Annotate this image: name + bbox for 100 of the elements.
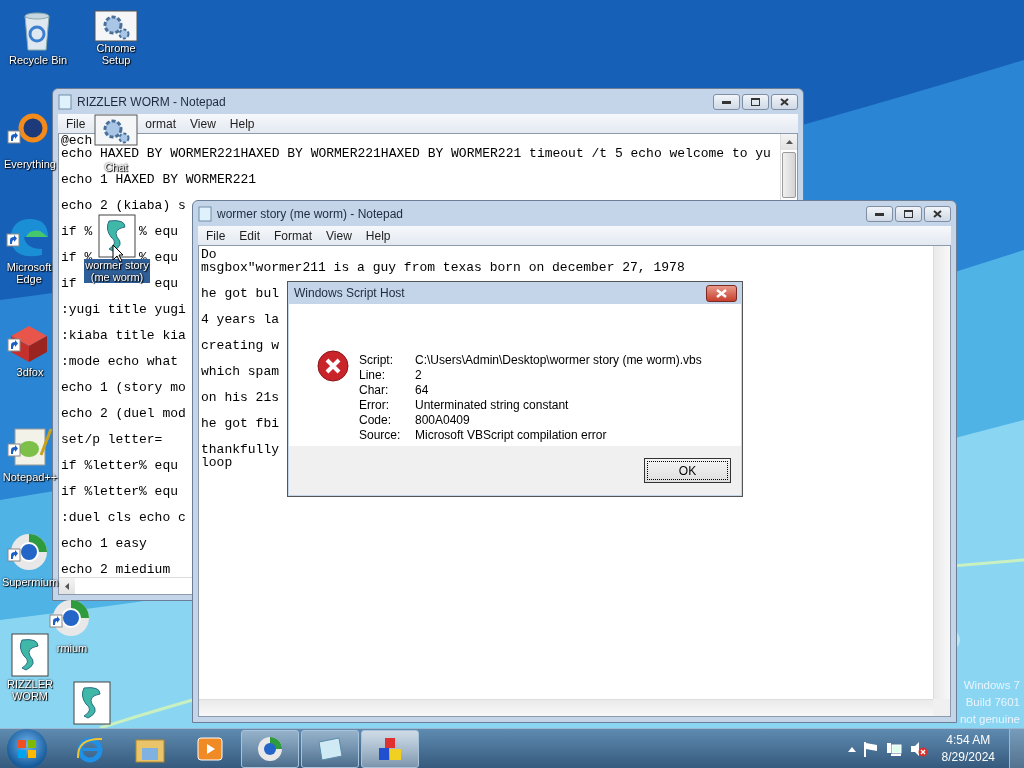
text-fragment: if (61, 277, 77, 290)
text-line: he got bul (201, 287, 279, 300)
text-line: msgbox"wormer211 is a guy from texas born on december 27, 1978 (201, 261, 685, 274)
scrollbar[interactable] (933, 246, 950, 699)
network-icon[interactable] (885, 741, 902, 757)
menu-item[interactable]: Help (359, 228, 397, 243)
icon-label[interactable]: Chat (104, 161, 128, 173)
chevron-up-icon[interactable] (847, 746, 856, 752)
menu-item[interactable]: File (200, 228, 232, 243)
taskbar-button[interactable] (301, 730, 359, 768)
field-label: Source: (359, 428, 402, 443)
text-line: loop (201, 456, 233, 469)
close-button[interactable] (924, 206, 951, 222)
field-label: Line: (359, 368, 387, 383)
scroll-up-button[interactable] (781, 134, 797, 150)
clock-time: 4:54 AM (946, 732, 991, 749)
close-icon (933, 210, 942, 218)
play-icon (195, 734, 225, 764)
close-button[interactable] (771, 94, 798, 110)
minimize-button[interactable] (713, 94, 740, 110)
text-line: if %letter% equ (61, 485, 179, 498)
menu-item[interactable]: Edit (233, 228, 267, 243)
taskbar-button[interactable] (361, 730, 419, 768)
start-button[interactable] (7, 729, 47, 768)
menu-item[interactable]: View (184, 116, 222, 131)
notepad-icon (315, 734, 345, 764)
text-line: echo 1 (story mo (61, 381, 186, 394)
ok-button[interactable]: OK (644, 458, 731, 483)
windows-logo-icon (17, 739, 37, 759)
caret-left-icon (65, 582, 69, 590)
text-line: echo 1 easy (61, 537, 147, 550)
text-fragment: % equ (139, 225, 178, 238)
field-value: 2 (415, 368, 423, 383)
close-icon (780, 98, 789, 106)
window-title: wormer story (me worm) - Notepad (217, 206, 405, 221)
resize-grip[interactable] (933, 699, 950, 716)
text-line: thankfully (201, 443, 279, 456)
field-value: 800A0409 (415, 413, 471, 428)
scrollbar-thumb[interactable] (782, 152, 796, 198)
field-value: C:\Users\Admin\Desktop\wormer story (me worm).vbs (415, 353, 702, 368)
field-label: Script: (359, 353, 394, 368)
flag-icon[interactable] (863, 741, 878, 757)
notepad-icon (198, 205, 212, 222)
caret-up-icon (785, 140, 793, 144)
field-value: 64 (415, 383, 430, 398)
menu-item[interactable]: ormat (139, 116, 183, 131)
text-line: :mode echo what (61, 355, 179, 368)
scroll-left-button[interactable] (59, 578, 75, 594)
icon-label[interactable]: Chrome Setup (83, 42, 149, 66)
text-line: creating w (201, 339, 279, 352)
maximize-button[interactable] (895, 206, 922, 222)
window-title: RIZZLER WORM - Notepad (77, 94, 227, 109)
icon-label[interactable]: wormer story (me worm) (84, 259, 150, 283)
build-info-text: Build 7601 (965, 695, 1020, 710)
globe-icon (255, 734, 285, 764)
field-label: Error: (359, 398, 390, 413)
text-line: Do (201, 248, 217, 261)
text-line: :kiaba title kia (61, 329, 186, 342)
minimize-icon (875, 212, 884, 216)
text-line: :yugi title yugi (61, 303, 186, 316)
maximize-button[interactable] (742, 94, 769, 110)
maximize-icon (904, 210, 913, 218)
error-icon (317, 350, 349, 382)
muted-speaker-icon[interactable] (909, 741, 928, 757)
icon-label[interactable]: Microsoft Edge (0, 261, 58, 285)
text-fragment: equ (154, 277, 178, 290)
clock-date: 8/29/2024 (941, 749, 995, 766)
text-line: he got fbi (201, 417, 279, 430)
text-line: echo HAXED BY WORMER221HAXED BY WORMER221HAXED BY WORMER221 timeout /t 5 echo welcome to yu (61, 147, 771, 160)
menu-item[interactable]: Help (223, 116, 261, 131)
menu-item[interactable]: File (60, 116, 92, 131)
icon-label[interactable]: 3dfox (16, 366, 44, 378)
close-button[interactable] (706, 284, 737, 302)
dialog-title: Windows Script Host (294, 286, 406, 300)
menu-item[interactable]: Format (268, 228, 319, 243)
maximize-icon (751, 98, 760, 106)
field-value: Microsoft VBScript compilation error (415, 428, 608, 443)
clock[interactable]: 4:54 AM 8/29/2024 (935, 732, 1001, 766)
text-line: @ech (61, 134, 93, 147)
text-line: on his 21s (201, 391, 279, 404)
text-line: set/p letter= (61, 433, 163, 446)
minimize-icon (722, 100, 731, 104)
field-value: Unterminated string constant (415, 398, 570, 413)
mouse-cursor-icon (112, 244, 124, 263)
text-line: if %letter% equ (61, 459, 179, 472)
text-line: echo 2 (kiaba) s (61, 199, 186, 212)
icon-label[interactable]: Recycle Bin (8, 54, 68, 66)
text-line: 4 years la (201, 313, 279, 326)
menu-item[interactable]: View (320, 228, 358, 243)
text-fragment: if % (61, 225, 93, 238)
field-label: Char: (359, 383, 390, 398)
minimize-button[interactable] (866, 206, 893, 222)
scrollbar[interactable] (199, 699, 933, 716)
text-line: which spam (201, 365, 279, 378)
text-line: :duel cls echo c (61, 511, 186, 524)
text-line: echo 2 miedium (61, 563, 171, 576)
taskbar-button[interactable] (241, 730, 299, 768)
close-icon (716, 288, 727, 298)
text-line: echo 2 (duel mod (61, 407, 186, 420)
build-info-text: Windows 7 (963, 678, 1020, 693)
